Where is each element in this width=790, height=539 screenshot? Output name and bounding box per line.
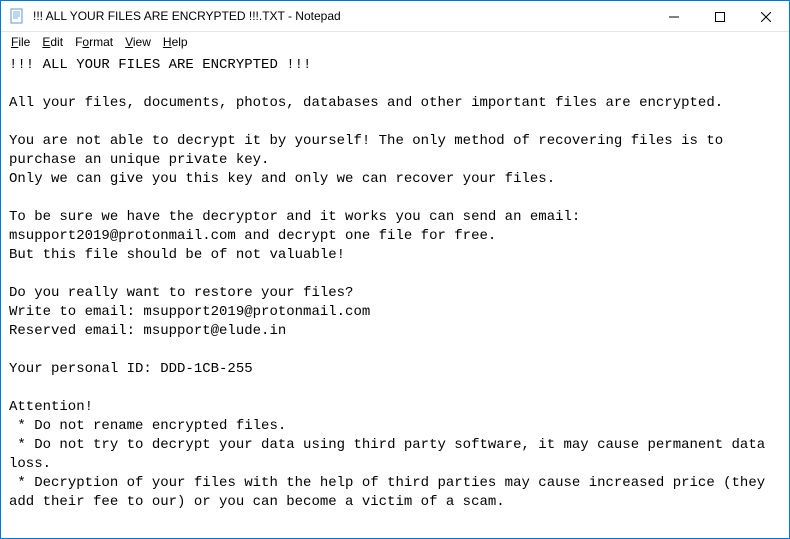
menu-format-label: rmat	[89, 35, 113, 49]
close-button[interactable]	[743, 1, 789, 32]
menu-help[interactable]: Help	[157, 33, 194, 51]
window-title: !!! ALL YOUR FILES ARE ENCRYPTED !!!.TXT…	[33, 9, 651, 23]
menu-view-label: iew	[133, 35, 151, 49]
menu-file-label: ile	[18, 35, 30, 49]
menu-edit[interactable]: Edit	[36, 33, 69, 51]
menu-file[interactable]: File	[5, 33, 36, 51]
menu-help-label: elp	[172, 35, 188, 49]
titlebar: !!! ALL YOUR FILES ARE ENCRYPTED !!!.TXT…	[1, 1, 789, 32]
window-controls	[651, 1, 789, 31]
menu-view[interactable]: View	[119, 33, 157, 51]
menu-format[interactable]: Format	[69, 33, 119, 51]
maximize-button[interactable]	[697, 1, 743, 32]
menubar: File Edit Format View Help	[1, 32, 789, 52]
minimize-button[interactable]	[651, 1, 697, 32]
menu-edit-label: dit	[50, 35, 63, 49]
text-content-area[interactable]: !!! ALL YOUR FILES ARE ENCRYPTED !!! All…	[1, 52, 789, 538]
notepad-icon	[9, 8, 25, 24]
